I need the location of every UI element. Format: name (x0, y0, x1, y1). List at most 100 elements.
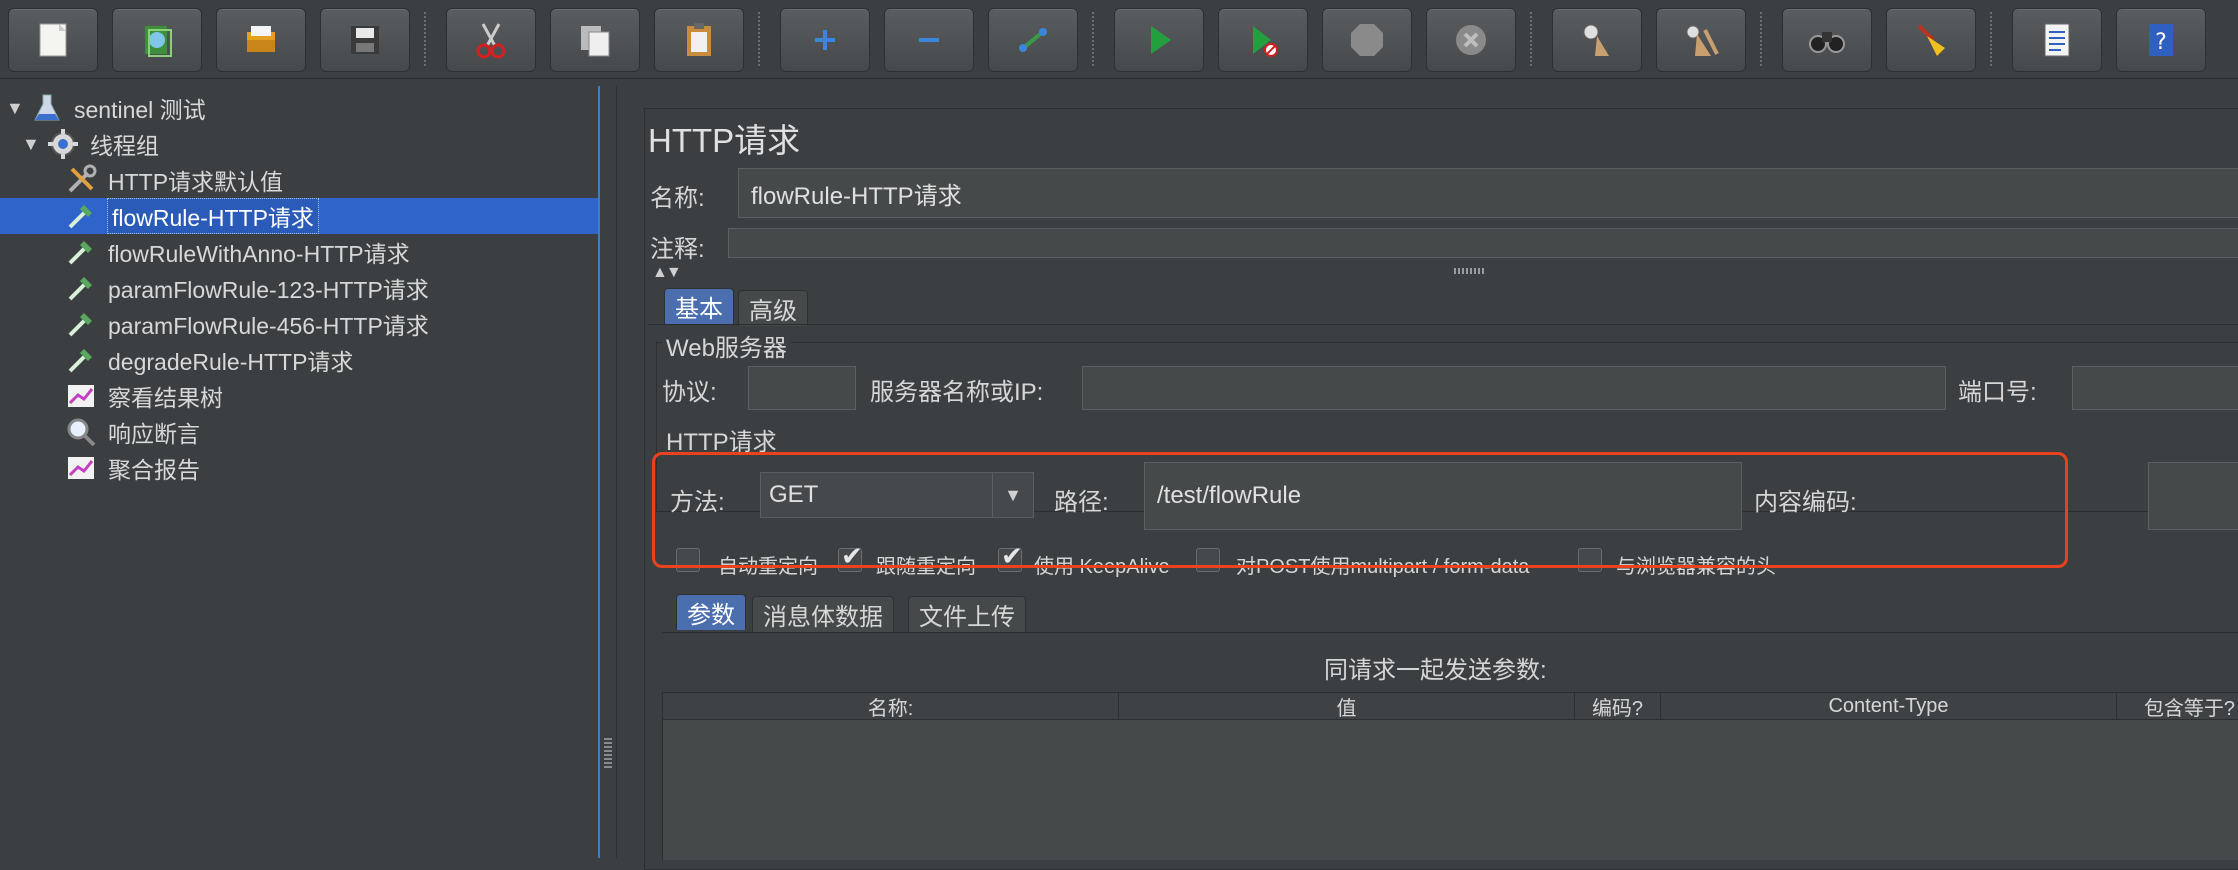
toolbar: ? (0, 0, 2238, 79)
tree-item-http-defaults[interactable]: HTTP请求默认值 (64, 162, 283, 198)
flask-icon (34, 94, 60, 121)
new-icon (39, 23, 67, 57)
open-button[interactable] (216, 8, 306, 72)
tree-item-label: 聚合报告 (108, 457, 200, 483)
clear-all-button[interactable] (1656, 8, 1746, 72)
column-header-content-type[interactable]: Content-Type (1661, 693, 2117, 719)
pipette-icon (68, 205, 92, 229)
cut-button[interactable] (446, 8, 536, 72)
reset-search-button[interactable] (1886, 8, 1976, 72)
search-icon (1809, 32, 1845, 53)
stop-button[interactable] (1322, 8, 1412, 72)
start-icon (1151, 26, 1171, 54)
test-plan-tree[interactable]: ▼ sentinel 测试 ▼ 线程组 HTTP请求默认值 flowRule-H… (0, 86, 600, 858)
divider-grip-icon[interactable] (1454, 268, 1484, 274)
comment-field[interactable] (728, 228, 2238, 258)
tree-item-flowrule[interactable]: flowRule-HTTP请求 (0, 198, 598, 234)
tree-item-thread-group[interactable]: ▼ 线程组 (22, 126, 159, 162)
tab-advanced[interactable]: 高级 (738, 290, 808, 326)
save-button[interactable] (320, 8, 410, 72)
shutdown-icon (1456, 25, 1486, 55)
port-label: 端口号: (1958, 379, 2037, 406)
chart-icon (68, 385, 94, 407)
tree-item-label: paramFlowRule-123-HTTP请求 (108, 277, 429, 303)
encoding-field[interactable] (2148, 462, 2238, 530)
toolbar-separator (1092, 12, 1094, 66)
help-button[interactable]: ? (2116, 8, 2206, 72)
tree-item-paramflow-456[interactable]: paramFlowRule-456-HTTP请求 (64, 306, 429, 342)
tree-item-label: 线程组 (90, 133, 159, 159)
start-no-pause-button[interactable] (1218, 8, 1308, 72)
toolbar-separator (1530, 12, 1532, 66)
expand-arrow-icon[interactable]: ▼ (22, 134, 40, 155)
tab-parameters[interactable]: 参数 (676, 594, 746, 630)
tree-item-paramflow-123[interactable]: paramFlowRule-123-HTTP请求 (64, 270, 429, 306)
column-header-name[interactable]: 名称: (663, 693, 1119, 720)
splitter-grip-icon[interactable] (604, 738, 612, 768)
tree-item-label: 响应断言 (108, 421, 200, 447)
start-no-pause-icon (1253, 26, 1278, 57)
svg-text:?: ? (2155, 30, 2167, 55)
templates-button[interactable] (112, 8, 202, 72)
params-table-body[interactable] (662, 720, 2238, 860)
tree-item-aggregate-report[interactable]: 聚合报告 (64, 450, 200, 486)
pipette-icon (68, 349, 92, 373)
toggle-button[interactable] (988, 8, 1078, 72)
search-button[interactable] (1782, 8, 1872, 72)
tree-item-view-results[interactable]: 察看结果树 (64, 378, 223, 414)
new-button[interactable] (8, 8, 98, 72)
clear-button[interactable] (1552, 8, 1642, 72)
copy-button[interactable] (550, 8, 640, 72)
name-label: 名称: (650, 185, 705, 212)
comment-label: 注释: (650, 236, 705, 263)
page-title: HTTP请求 (648, 122, 801, 159)
column-header-value[interactable]: 值 (1119, 693, 1575, 720)
tree-item-flowrule-anno[interactable]: flowRuleWithAnno-HTTP请求 (64, 234, 410, 270)
function-helper-button[interactable] (2012, 8, 2102, 72)
shutdown-button[interactable] (1426, 8, 1516, 72)
tab-basic[interactable]: 基本 (664, 288, 734, 324)
toolbar-separator (1990, 12, 1992, 66)
tab-divider (648, 324, 2238, 325)
column-header-encode[interactable]: 编码? (1575, 693, 1661, 720)
function-helper-icon (2044, 23, 2070, 57)
server-field[interactable] (1082, 366, 1946, 410)
collapse-arrows-icon[interactable]: ▲▼ (652, 264, 682, 282)
name-field[interactable]: flowRule-HTTP请求 (738, 168, 2238, 218)
toolbar-separator (758, 12, 760, 66)
tree-item-label: 察看结果树 (108, 385, 223, 411)
copy-icon (581, 26, 610, 57)
help-icon: ? (2149, 24, 2173, 56)
tree-item-degrade[interactable]: degradeRule-HTTP请求 (64, 342, 353, 378)
clear-icon (1583, 24, 1609, 56)
protocol-field[interactable] (748, 366, 856, 410)
tab-file-upload[interactable]: 文件上传 (908, 596, 1026, 632)
expand-arrow-icon[interactable]: ▼ (6, 98, 24, 119)
cut-icon (476, 23, 506, 59)
pipette-icon (68, 313, 92, 337)
expand-icon (815, 30, 835, 50)
toolbar-separator (1760, 12, 1762, 66)
tab-body-data[interactable]: 消息体数据 (752, 596, 894, 632)
gear-icon (48, 129, 78, 159)
collapse-all-button[interactable] (884, 8, 974, 72)
start-button[interactable] (1114, 8, 1204, 72)
expand-all-button[interactable] (780, 8, 870, 72)
protocol-label: 协议: (662, 379, 717, 406)
column-header-include-equals[interactable]: 包含等于? (2117, 693, 2238, 720)
pipette-icon (68, 241, 92, 265)
magnifier-icon (67, 418, 96, 447)
highlight-annotation (652, 452, 2068, 568)
paste-icon (687, 23, 711, 56)
paste-button[interactable] (654, 8, 744, 72)
templates-icon (145, 26, 172, 57)
toolbar-separator (424, 12, 426, 66)
tree-item-assertion[interactable]: 响应断言 (64, 414, 200, 450)
port-field[interactable] (2072, 366, 2238, 410)
tree-item-label: flowRuleWithAnno-HTTP请求 (108, 241, 410, 267)
collapse-icon (919, 38, 939, 42)
tree-item-label: sentinel 测试 (74, 97, 206, 123)
http-request-panel: HTTP请求 名称: flowRule-HTTP请求 注释: ▲▼ 基本 高级 … (618, 86, 2238, 870)
pipette-icon (68, 277, 92, 301)
tree-item-test-plan[interactable]: ▼ sentinel 测试 (6, 90, 206, 126)
